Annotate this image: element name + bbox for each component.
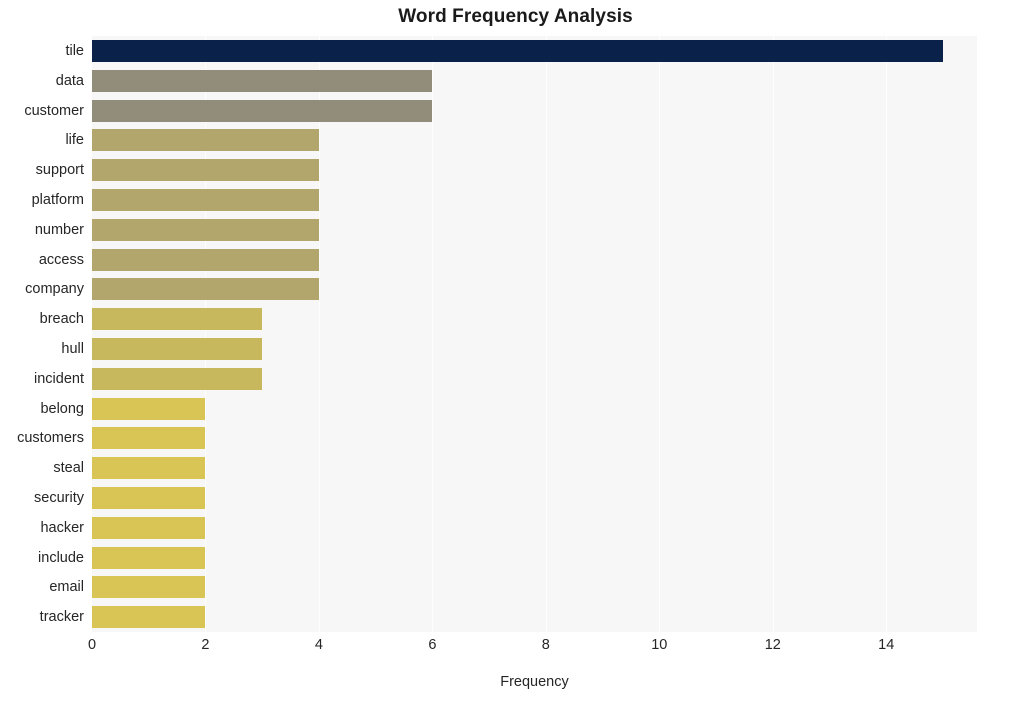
bar-incident[interactable] bbox=[92, 367, 263, 390]
bar-hacker[interactable] bbox=[92, 516, 206, 539]
bar-data[interactable] bbox=[92, 69, 433, 92]
bar-tile[interactable] bbox=[92, 39, 943, 62]
y-tick-label-tile: tile bbox=[65, 42, 84, 59]
y-tick-label-belong: belong bbox=[40, 400, 84, 417]
bar-support[interactable] bbox=[92, 159, 319, 182]
bar-customers[interactable] bbox=[92, 427, 206, 450]
x-axis-title: Frequency bbox=[500, 674, 569, 690]
bar-customer[interactable] bbox=[92, 99, 433, 122]
bar-life[interactable] bbox=[92, 129, 319, 152]
y-axis-tick-labels: tile data customer life support platform numbe… bbox=[0, 36, 84, 632]
bar-belong[interactable] bbox=[92, 397, 206, 420]
x-tick-label-8: 8 bbox=[541, 637, 550, 653]
y-tick-label-support: support bbox=[35, 162, 84, 179]
x-tick-label-0: 0 bbox=[87, 637, 97, 653]
y-tick-label-access: access bbox=[38, 251, 84, 268]
bar-hull[interactable] bbox=[92, 337, 263, 360]
bar-company[interactable] bbox=[92, 278, 319, 301]
y-tick-label-tracker: tracker bbox=[39, 609, 84, 626]
y-tick-label-customer: customer bbox=[24, 102, 84, 119]
y-tick-label-breach: breach bbox=[39, 311, 84, 328]
chart-title: Word Frequency Analysis bbox=[398, 6, 633, 27]
bar-email[interactable] bbox=[92, 576, 206, 599]
y-tick-label-security: security bbox=[34, 489, 84, 506]
y-tick-label-incident: incident bbox=[34, 370, 84, 387]
x-axis-tick-labels: 0 2 4 6 8 10 12 14 bbox=[88, 636, 977, 660]
bar-breach[interactable] bbox=[92, 308, 263, 331]
x-tick-label-10: 10 bbox=[651, 637, 668, 653]
bar-number[interactable] bbox=[92, 218, 319, 241]
bar-platform[interactable] bbox=[92, 188, 319, 211]
y-tick-label-life: life bbox=[65, 132, 84, 149]
bar-tracker[interactable] bbox=[92, 606, 206, 629]
y-tick-label-data: data bbox=[55, 72, 84, 89]
chart-figure: Word Frequency Analysis tile data customer… bbox=[0, 0, 1031, 701]
bars-series bbox=[92, 36, 977, 632]
y-tick-label-hull: hull bbox=[61, 340, 84, 357]
plot-area bbox=[92, 36, 977, 632]
x-tick-label-4: 4 bbox=[314, 637, 323, 653]
x-tick-label-12: 12 bbox=[764, 637, 781, 653]
bar-steal[interactable] bbox=[92, 457, 206, 480]
y-tick-label-platform: platform bbox=[31, 191, 84, 208]
y-tick-label-email: email bbox=[49, 579, 84, 596]
x-tick-label-2: 2 bbox=[201, 637, 210, 653]
x-tick-label-14: 14 bbox=[878, 637, 895, 653]
y-tick-label-customers: customers bbox=[17, 430, 84, 447]
y-tick-label-steal: steal bbox=[53, 460, 84, 477]
y-tick-label-include: include bbox=[38, 549, 84, 566]
y-tick-label-hacker: hacker bbox=[40, 519, 84, 536]
y-tick-label-number: number bbox=[34, 221, 84, 238]
bar-include[interactable] bbox=[92, 546, 206, 569]
bar-access[interactable] bbox=[92, 248, 319, 271]
bar-security[interactable] bbox=[92, 486, 206, 509]
x-tick-label-6: 6 bbox=[428, 637, 437, 653]
y-tick-label-company: company bbox=[25, 281, 84, 298]
